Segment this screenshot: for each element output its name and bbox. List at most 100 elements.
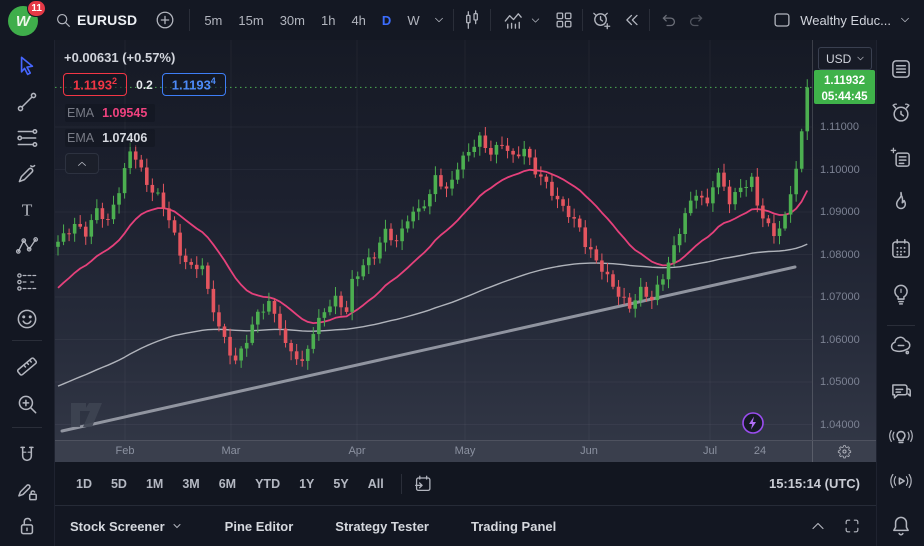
expand-panel-icon[interactable]: [808, 516, 828, 536]
app-logo[interactable]: W 11: [6, 3, 42, 37]
time-label-jul: Jul: [703, 445, 717, 457]
ideas-bulb-icon[interactable]: [888, 280, 914, 306]
price-tick: 1.07000: [820, 291, 860, 303]
divider: [649, 9, 650, 31]
time-label-apr: Apr: [348, 445, 365, 457]
ema-value: 1.07406: [102, 131, 147, 145]
tab-trading-panel[interactable]: Trading Panel: [471, 519, 556, 534]
tab-label: Strategy Tester: [335, 519, 429, 534]
chevron-down-icon[interactable]: [432, 13, 446, 27]
alert-plus-icon[interactable]: [590, 9, 613, 32]
collapse-legend-button[interactable]: [65, 153, 99, 174]
magnet-icon[interactable]: [14, 443, 40, 469]
time-label-feb: Feb: [116, 445, 135, 457]
range-ytd[interactable]: YTD: [249, 473, 286, 495]
zoom-in-icon[interactable]: [14, 391, 40, 417]
clock-label[interactable]: 15:15:14 (UTC): [769, 476, 860, 491]
ema-legend-row[interactable]: EMA 1.07406: [65, 129, 155, 147]
hotlist-flame-icon[interactable]: [888, 189, 914, 215]
emoji-icon[interactable]: [14, 306, 40, 332]
go-to-date-icon[interactable]: [412, 473, 434, 495]
unlock-icon[interactable]: [14, 513, 40, 539]
chevron-down-icon[interactable]: [898, 13, 912, 27]
range-5d[interactable]: 5D: [105, 473, 133, 495]
forecast-icon[interactable]: [14, 269, 40, 295]
streams-icon[interactable]: [888, 468, 914, 494]
indicators-button[interactable]: [498, 5, 546, 36]
bottom-panel: Stock Screener Pine Editor Strategy Tester…: [55, 505, 876, 546]
tab-strategy-tester[interactable]: Strategy Tester: [335, 519, 429, 534]
text-tool-icon[interactable]: T: [14, 197, 40, 223]
notes-icon[interactable]: [888, 145, 914, 171]
replay-icon[interactable]: [620, 9, 642, 31]
range-1d[interactable]: 1D: [70, 473, 98, 495]
price-tick: 1.05000: [820, 376, 860, 388]
redo-icon[interactable]: [686, 9, 708, 31]
currency-dropdown[interactable]: USD: [818, 47, 872, 70]
live-ideas-icon[interactable]: [888, 423, 914, 449]
interval-30m[interactable]: 30m: [275, 9, 310, 32]
interval-5m[interactable]: 5m: [199, 9, 227, 32]
ask-price-sup: 4: [211, 76, 216, 86]
svg-text:T: T: [22, 200, 33, 219]
ruler-icon[interactable]: [14, 353, 40, 379]
candles-style-icon[interactable]: [461, 9, 483, 31]
price-tick: 1.08000: [820, 249, 860, 261]
interval-1h[interactable]: 1h: [316, 9, 340, 32]
ema-label: EMA: [67, 106, 94, 120]
notifications-bell-icon[interactable]: [888, 513, 914, 539]
symbol-search-button[interactable]: EURUSD: [49, 6, 141, 34]
axis-settings-corner[interactable]: [812, 441, 876, 462]
undo-icon[interactable]: [657, 9, 679, 31]
gear-icon: [836, 443, 853, 460]
search-icon: [53, 10, 73, 30]
minds-cloud-icon[interactable]: [888, 333, 914, 359]
interval-15m[interactable]: 15m: [233, 9, 268, 32]
brush-icon[interactable]: [14, 161, 40, 187]
chart-plot[interactable]: [55, 40, 812, 440]
chevron-up-icon: [75, 157, 89, 171]
alerts-clock-icon[interactable]: [888, 100, 914, 126]
range-6m[interactable]: 6M: [213, 473, 242, 495]
layout-grid-icon[interactable]: [553, 9, 575, 31]
fib-lines-icon[interactable]: [14, 125, 40, 151]
candlestick-chart: [55, 40, 812, 440]
chat-icon[interactable]: [888, 378, 914, 404]
interval-4h[interactable]: 4h: [346, 9, 370, 32]
price-scale[interactable]: USD 1.11932 05:44:45 1.110001.100001.090…: [812, 40, 876, 440]
time-axis[interactable]: FebMarAprMayJunJul24: [55, 440, 876, 462]
tab-pine-editor[interactable]: Pine Editor: [225, 519, 294, 534]
range-3m[interactable]: 3M: [176, 473, 205, 495]
drawing-toolbar: T: [0, 40, 55, 546]
spread-label: 0.2: [136, 78, 153, 92]
watchlist-icon[interactable]: [888, 56, 914, 82]
indicators-icon: [502, 9, 525, 32]
ema-label: EMA: [67, 131, 94, 145]
range-1y[interactable]: 1Y: [293, 473, 320, 495]
cursor-icon[interactable]: [14, 53, 40, 79]
range-all[interactable]: All: [362, 473, 390, 495]
sell-button[interactable]: 1.11932: [63, 73, 127, 96]
add-icon[interactable]: [154, 9, 176, 31]
panel-tabs: Stock Screener Pine Editor Strategy Tester…: [70, 519, 598, 534]
range-1m[interactable]: 1M: [140, 473, 169, 495]
ema-legend-row[interactable]: EMA1.09545: [65, 104, 155, 122]
symbol-name: EURUSD: [77, 12, 137, 28]
flash-badge-icon[interactable]: [741, 411, 765, 435]
tab-stock-screener[interactable]: Stock Screener: [70, 519, 183, 534]
interval-w[interactable]: W: [402, 9, 424, 32]
layout-name-label[interactable]: Wealthy Educ...: [800, 13, 891, 28]
range-5y[interactable]: 5Y: [327, 473, 354, 495]
divider: [189, 9, 190, 31]
buy-button[interactable]: 1.11934: [162, 73, 226, 96]
fullscreen-icon[interactable]: [842, 516, 862, 536]
trend-line-icon[interactable]: [14, 89, 40, 115]
calendar-icon[interactable]: [888, 236, 914, 262]
xabcd-pattern-icon[interactable]: [14, 233, 40, 259]
layout-select-icon[interactable]: [771, 9, 793, 31]
interval-d[interactable]: D: [377, 9, 396, 32]
interval-group: 5m 15m 30m 1h 4h DW: [199, 9, 424, 32]
drawing-lock-icon[interactable]: [14, 478, 40, 504]
chart-region: +0.00631 (+0.57%) 1.11932 0.2 1.11934 EM…: [55, 40, 876, 440]
bid-price-sup: 2: [112, 76, 117, 86]
